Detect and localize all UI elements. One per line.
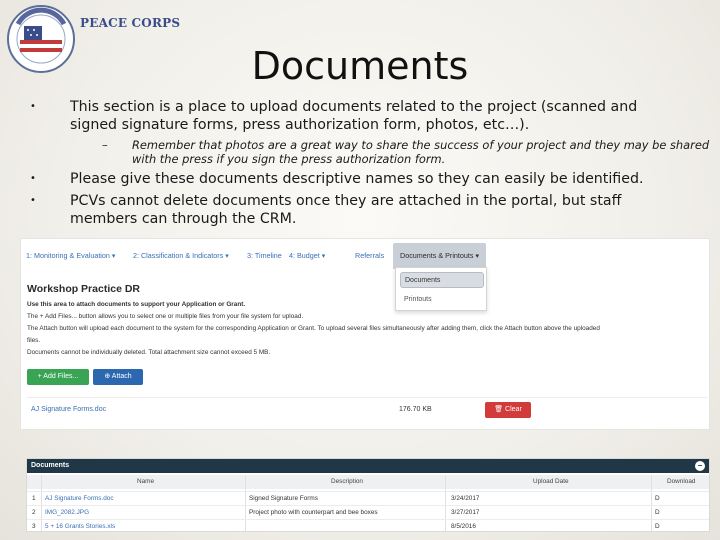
table-row: 1 AJ Signature Forms.doc Signed Signatur…: [27, 491, 709, 505]
bullet-dot-icon: •: [30, 101, 36, 112]
logo-wordmark: PEACE CORPS: [80, 16, 181, 30]
row-number: 3: [32, 523, 36, 530]
table-row: 3 5 + 16 Grants Stories.xls 8/5/2016 D: [27, 519, 709, 533]
document-name-link[interactable]: 5 + 16 Grants Stories.xls: [45, 520, 241, 534]
section-title: Workshop Practice DR: [27, 283, 141, 295]
tab-referrals[interactable]: Referrals: [355, 243, 384, 269]
download-icon[interactable]: D: [655, 520, 660, 534]
tab-timeline[interactable]: 3: Timeline: [247, 243, 282, 269]
tab-classification-indicators[interactable]: 2: Classification & Indicators ▾: [133, 243, 229, 269]
table-row: 2 IMG_2082.JPG Project photo with counte…: [27, 505, 709, 519]
download-icon[interactable]: D: [655, 492, 660, 506]
bullet-dot-icon: •: [30, 173, 36, 184]
dash-icon: –: [102, 138, 108, 152]
document-upload-date: 8/5/2016: [451, 523, 476, 530]
clear-button[interactable]: 🗑 Clear: [485, 402, 531, 418]
document-description: Signed Signature Forms: [249, 495, 318, 502]
bullet-text: Please give these documents descriptive …: [70, 171, 644, 187]
bullet-dot-icon: •: [30, 195, 36, 206]
document-upload-date: 3/27/2017: [451, 509, 480, 516]
documents-table-panel: Documents − Name Description Upload Date…: [26, 458, 710, 532]
sub-bullet-text: Remember that photos are a great way to …: [132, 138, 710, 166]
column-header-name[interactable]: Name: [137, 475, 154, 489]
documents-panel-header: Documents −: [27, 459, 709, 473]
document-description: Project photo with counterpart and bee b…: [249, 509, 378, 516]
pending-file-size: 176.70 KB: [399, 406, 432, 413]
dropdown-item-documents[interactable]: Documents: [400, 272, 484, 288]
add-files-button[interactable]: + Add Files...: [27, 369, 89, 385]
instruction-line: files.: [27, 337, 41, 344]
portal-screenshot: 1: Monitoring & Evaluation ▾ 2: Classifi…: [20, 238, 710, 430]
page-title: Documents: [251, 44, 469, 88]
instruction-line: Documents cannot be individually deleted…: [27, 349, 271, 356]
instruction-line: The + Add Files... button allows you to …: [27, 313, 304, 320]
bullet-text: PCVs cannot delete documents once they a…: [70, 193, 622, 227]
instruction-line: Use this area to attach documents to sup…: [27, 301, 246, 308]
document-name-link[interactable]: AJ Signature Forms.doc: [45, 492, 241, 506]
column-header-upload-date[interactable]: Upload Date: [533, 475, 569, 489]
tab-documents-printouts[interactable]: Documents & Printouts ▾: [393, 243, 487, 269]
tab-budget[interactable]: 4: Budget ▾: [289, 243, 325, 269]
row-number: 1: [32, 495, 36, 502]
column-header-description[interactable]: Description: [331, 475, 363, 489]
row-number: 2: [32, 509, 36, 516]
documents-panel-title: Documents: [31, 462, 70, 469]
tab-monitoring-evaluation[interactable]: 1: Monitoring & Evaluation ▾: [26, 243, 116, 269]
portal-tab-bar: 1: Monitoring & Evaluation ▾ 2: Classifi…: [21, 243, 711, 269]
collapse-icon[interactable]: −: [695, 461, 705, 471]
document-name-link[interactable]: IMG_2082.JPG: [45, 506, 241, 520]
column-header-download: Download: [667, 478, 696, 485]
document-upload-date: 3/24/2017: [451, 495, 480, 502]
attach-button[interactable]: ⊕ Attach: [93, 369, 143, 385]
table-header-row: [27, 475, 709, 489]
bullet-text: This section is a place to upload docume…: [70, 99, 638, 133]
instruction-line: The Attach button will upload each docum…: [27, 325, 600, 332]
download-icon[interactable]: D: [655, 506, 660, 520]
document-description: [249, 520, 443, 534]
pending-file-row: AJ Signature Forms.doc 176.70 KB 🗑 Clear: [27, 397, 707, 423]
pending-file-name: AJ Signature Forms.doc: [31, 406, 107, 413]
